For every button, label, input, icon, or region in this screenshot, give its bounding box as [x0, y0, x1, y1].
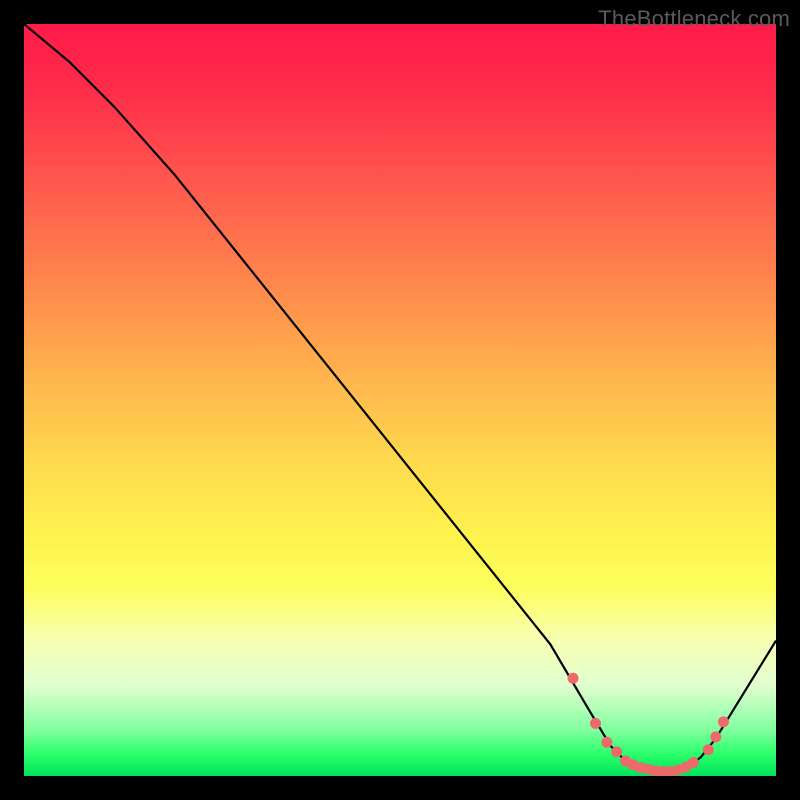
marker-point	[568, 673, 579, 684]
watermark-text: TheBottleneck.com	[598, 6, 790, 32]
chart-plot-area	[24, 24, 776, 776]
marker-point	[601, 737, 612, 748]
highlight-markers	[568, 673, 729, 776]
bottleneck-curve-line	[24, 24, 776, 772]
marker-point	[710, 731, 721, 742]
marker-point	[590, 718, 601, 729]
chart-svg	[24, 24, 776, 776]
marker-point	[611, 746, 622, 757]
marker-point	[718, 716, 729, 727]
marker-point	[688, 757, 699, 768]
marker-point	[703, 744, 714, 755]
